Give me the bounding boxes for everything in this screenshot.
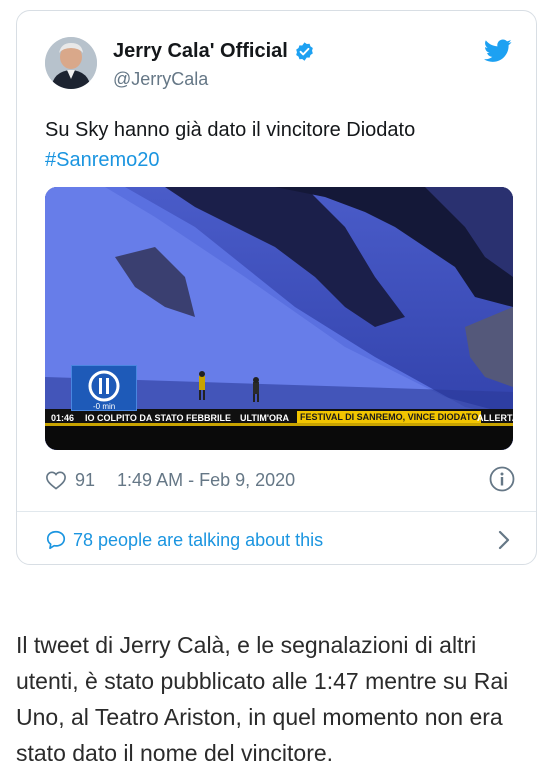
tweet-timestamp[interactable]: 1:49 AM - Feb 9, 2020 bbox=[117, 470, 295, 491]
divider bbox=[17, 511, 536, 512]
author-name[interactable]: Jerry Cala' Official bbox=[113, 40, 288, 63]
tweet-media-image[interactable]: -0 min 01:46 IO COLPITO DA STATO FEBBRIL… bbox=[45, 187, 513, 450]
page: Jerry Cala' Official @JerryCala Su Sky h… bbox=[0, 0, 555, 768]
author-name-row[interactable]: Jerry Cala' Official bbox=[113, 40, 315, 63]
speech-bubble-icon bbox=[46, 530, 66, 550]
ticker-segment-1: IO COLPITO DA STATO FEBBRILE bbox=[85, 413, 232, 423]
avatar[interactable] bbox=[45, 37, 97, 89]
tweet-meta-row: 91 1:49 AM - Feb 9, 2020 bbox=[45, 466, 515, 493]
verified-badge-icon bbox=[296, 42, 313, 61]
ticker-segment-3: ALLERTA bbox=[477, 413, 513, 423]
ticker-segment-2: ULTIM'ORA bbox=[240, 413, 289, 423]
twitter-bird-icon[interactable] bbox=[484, 39, 512, 63]
ticker-clock: 01:46 bbox=[51, 413, 75, 423]
channel-minutes-label: -0 min bbox=[93, 402, 116, 411]
like-count[interactable]: 91 bbox=[75, 470, 95, 491]
tweet-body: Su Sky hanno già dato il vincitore Dioda… bbox=[45, 119, 416, 141]
tweet-text: Su Sky hanno già dato il vincitore Dioda… bbox=[45, 115, 515, 175]
conversation-link[interactable]: 78 people are talking about this bbox=[45, 527, 515, 553]
author-handle[interactable]: @JerryCala bbox=[113, 69, 208, 90]
heart-icon[interactable] bbox=[45, 470, 67, 490]
hashtag-link[interactable]: #Sanremo20 bbox=[45, 145, 515, 175]
info-icon[interactable] bbox=[489, 466, 515, 492]
embedded-tweet-card[interactable]: Jerry Cala' Official @JerryCala Su Sky h… bbox=[16, 10, 537, 565]
article-paragraph: Il tweet di Jerry Calà, e le segnalazion… bbox=[16, 632, 509, 766]
ticker-highlight: FESTIVAL DI SANREMO, VINCE DIODATO bbox=[297, 411, 482, 423]
conversation-label[interactable]: 78 people are talking about this bbox=[73, 530, 323, 551]
chevron-right-icon[interactable] bbox=[497, 530, 511, 550]
